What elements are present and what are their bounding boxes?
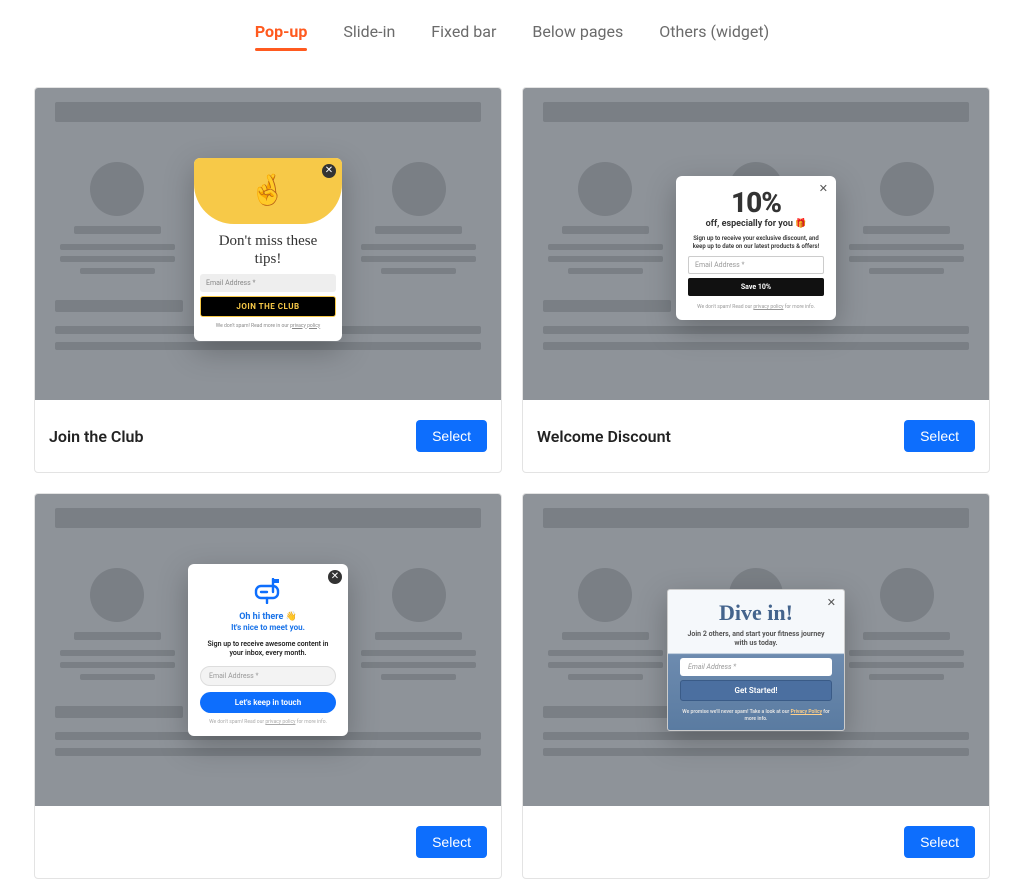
popup-preview: ✕ Oh hi there 👋 It's nice to meet you. S… [188,564,348,736]
popup-fineprint: We don't spam! Read our privacy policy f… [688,304,824,310]
email-field: Email Address * [200,666,336,686]
template-card-dive-in: ✕ Dive in! Join 2 others, and start your… [522,493,990,879]
tab-belowpages[interactable]: Below pages [532,22,623,47]
popup-preview: ✕ 10% off, especially for you 🎁 Sign up … [676,176,836,321]
template-preview: ✕ 10% off, especially for you 🎁 Sign up … [523,88,989,400]
card-footer: Join the Club Select [35,400,501,472]
tab-popup[interactable]: Pop-up [255,22,308,47]
get-started-button: Get Started! [680,680,832,701]
card-footer: Welcome Discount Select [523,400,989,472]
template-preview: ✕ Oh hi there 👋 It's nice to meet you. S… [35,494,501,806]
card-footer: Select [35,806,501,878]
select-button[interactable]: Select [904,826,975,858]
card-footer: Select [523,806,989,878]
popup-description: Join 2 others, and start your fitness jo… [684,630,828,649]
email-field: Email Address * [200,274,336,292]
popup-preview: ✕ Dive in! Join 2 others, and start your… [667,589,845,732]
popup-heading: Dive in! [680,600,832,626]
tab-fixedbar[interactable]: Fixed bar [431,22,496,47]
close-icon: ✕ [322,164,336,178]
template-card-join-the-club: ✕ 🤞 Don't miss these tips! Email Address… [34,87,502,473]
template-preview: ✕ Dive in! Join 2 others, and start your… [523,494,989,806]
save-button: Save 10% [688,278,824,296]
popup-percent: 10% [688,186,824,219]
popup-heading-line2: It's nice to meet you. [200,623,336,632]
popup-fineprint: We promise we'll never spam! Take a look… [680,709,832,722]
popup-preview: ✕ 🤞 Don't miss these tips! Email Address… [194,158,342,341]
template-title: Join the Club [49,427,143,446]
popup-fineprint: We don't spam! Read our privacy policy f… [200,719,336,726]
popup-heading-line1: Oh hi there 👋 [200,612,336,622]
select-button[interactable]: Select [416,420,487,452]
popup-subheading: off, especially for you 🎁 [688,219,824,229]
template-preview: ✕ 🤞 Don't miss these tips! Email Address… [35,88,501,400]
close-icon: ✕ [328,570,342,584]
popup-heading: Don't miss these tips! [194,224,342,274]
popup-description: Sign up to receive awesome content in yo… [206,640,330,658]
email-field: Email Address * [680,658,832,676]
mailbox-icon [200,578,336,608]
email-field: Email Address * [688,256,824,274]
close-icon: ✕ [827,596,836,609]
select-button[interactable]: Select [416,826,487,858]
popup-fineprint: We don't spam! Read more in our privacy … [194,323,342,329]
keep-in-touch-button: Let's keep in touch [200,692,336,713]
tab-others[interactable]: Others (widget) [659,22,769,47]
select-button[interactable]: Select [904,420,975,452]
template-title: Welcome Discount [537,427,671,446]
popup-description: Sign up to receive your exclusive discou… [688,235,824,251]
template-card-oh-hi-there: ✕ Oh hi there 👋 It's nice to meet you. S… [34,493,502,879]
template-grid: ✕ 🤞 Don't miss these tips! Email Address… [0,57,1024,879]
template-type-tabs: Pop-up Slide-in Fixed bar Below pages Ot… [0,0,1024,57]
join-button: JOIN THE CLUB [200,296,336,317]
template-card-welcome-discount: ✕ 10% off, especially for you 🎁 Sign up … [522,87,990,473]
close-icon: ✕ [819,182,828,195]
popup-banner: 🤞 [194,158,342,224]
tab-slidein[interactable]: Slide-in [343,22,395,47]
fingers-crossed-icon: 🤞 [249,173,286,208]
